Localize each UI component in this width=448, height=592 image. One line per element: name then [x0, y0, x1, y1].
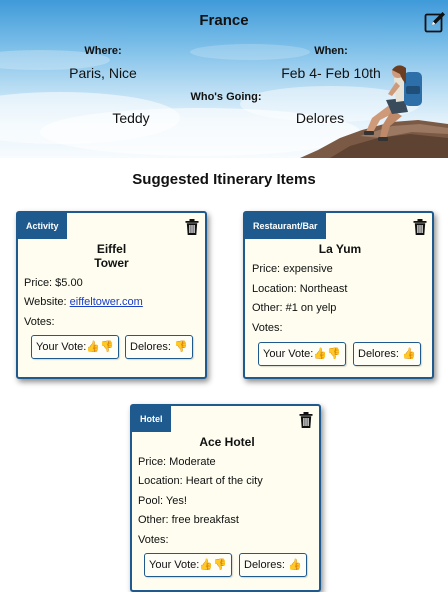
traveler-vote-badge: Delores: 👍: [239, 553, 307, 577]
item-pool: Pool: Yes!: [138, 495, 187, 507]
itinerary-card-hotel: Hotel Ace Hotel Price: Moderate Location…: [130, 404, 321, 592]
item-other: Other: #1 on yelp: [252, 302, 337, 314]
item-name-line: Tower: [94, 256, 129, 270]
category-tag: Hotel: [132, 406, 171, 432]
trash-icon[interactable]: [413, 219, 427, 235]
votes-label: Votes:: [138, 534, 169, 546]
item-name-line: Eiffel: [96, 242, 127, 256]
itinerary-card-activity: Activity Eiffel Tower Price: $5.00 Websi…: [16, 211, 207, 379]
when-value: Feb 4- Feb 10th: [281, 65, 381, 81]
trash-icon[interactable]: [299, 412, 313, 428]
category-tag: Restaurant/Bar: [245, 213, 326, 239]
item-price: Price: Moderate: [138, 456, 216, 468]
votes-label: Votes:: [252, 322, 283, 334]
trip-page: France Where: Paris, Nice When: Feb 4- F…: [0, 0, 448, 592]
traveler-vote-badge: Delores: 👎: [125, 335, 193, 359]
item-name: Ace Hotel: [199, 435, 255, 449]
item-price: Price: expensive: [252, 263, 333, 275]
website-label: Website:: [24, 296, 70, 308]
your-vote-button[interactable]: Your Vote:👍👎: [31, 335, 119, 359]
trip-title: France: [199, 12, 249, 29]
traveler-name: Delores: [295, 110, 345, 126]
trip-header-banner: France Where: Paris, Nice When: Feb 4- F…: [0, 0, 448, 158]
item-name: Eiffel Tower: [18, 242, 205, 270]
where-value: Paris, Nice: [69, 65, 137, 81]
item-location: Location: Heart of the city: [138, 475, 263, 487]
item-other: Other: free breakfast: [138, 514, 239, 526]
category-tag: Activity: [18, 213, 67, 239]
traveler-name: Teddy: [112, 110, 150, 126]
edit-pencil-icon[interactable]: [424, 11, 446, 33]
votes-label: Votes:: [24, 316, 55, 328]
itinerary-card-restaurant: Restaurant/Bar La Yum Price: expensive L…: [243, 211, 434, 379]
whos-going-label: Who's Going:: [190, 91, 262, 103]
trash-icon[interactable]: [185, 219, 199, 235]
itinerary-section-title: Suggested Itinerary Items: [132, 171, 316, 188]
website-link[interactable]: eiffeltower.com: [70, 296, 143, 308]
item-website: Website: eiffeltower.com: [24, 296, 143, 308]
item-location: Location: Northeast: [252, 283, 348, 295]
when-label: When:: [314, 45, 348, 57]
item-name: La Yum: [318, 242, 362, 256]
where-label: Where:: [84, 45, 122, 57]
item-price: Price: $5.00: [24, 277, 83, 289]
your-vote-button[interactable]: Your Vote:👍👎: [258, 342, 346, 366]
traveler-vote-badge: Delores: 👍: [353, 342, 421, 366]
your-vote-button[interactable]: Your Vote:👍👎: [144, 553, 232, 577]
